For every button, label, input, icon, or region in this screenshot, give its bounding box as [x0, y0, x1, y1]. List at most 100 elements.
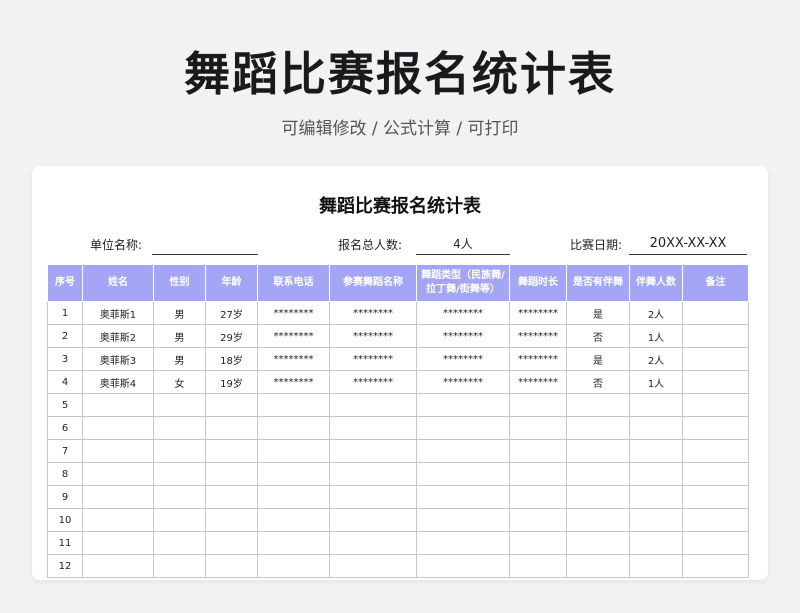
table-cell[interactable] [153, 508, 206, 532]
table-cell[interactable]: ******** [329, 324, 417, 348]
table-cell[interactable] [416, 508, 510, 532]
table-cell[interactable] [682, 531, 749, 555]
table-cell[interactable]: 12 [47, 554, 83, 578]
table-cell[interactable] [329, 393, 417, 417]
table-cell[interactable] [682, 462, 749, 486]
table-cell[interactable]: ******** [509, 301, 567, 325]
table-cell[interactable] [509, 439, 567, 463]
table-cell[interactable] [257, 554, 330, 578]
table-cell[interactable] [509, 508, 567, 532]
table-cell[interactable] [153, 416, 206, 440]
table-cell[interactable]: ******** [416, 324, 510, 348]
table-cell[interactable] [257, 439, 330, 463]
table-cell[interactable] [566, 439, 630, 463]
table-cell[interactable] [566, 531, 630, 555]
table-cell[interactable]: 奥菲斯3 [82, 347, 154, 371]
table-cell[interactable] [629, 462, 683, 486]
table-cell[interactable] [629, 508, 683, 532]
table-cell[interactable] [509, 416, 567, 440]
table-cell[interactable] [416, 485, 510, 509]
table-cell[interactable] [329, 416, 417, 440]
table-cell[interactable] [416, 531, 510, 555]
table-cell[interactable] [682, 324, 749, 348]
table-cell[interactable]: 8 [47, 462, 83, 486]
table-cell[interactable] [566, 508, 630, 532]
table-cell[interactable] [257, 508, 330, 532]
table-cell[interactable]: ******** [509, 324, 567, 348]
table-cell[interactable]: 29岁 [205, 324, 258, 348]
table-cell[interactable]: 18岁 [205, 347, 258, 371]
table-cell[interactable] [205, 508, 258, 532]
table-cell[interactable] [682, 485, 749, 509]
table-cell[interactable] [257, 416, 330, 440]
table-cell[interactable]: 否 [566, 324, 630, 348]
table-cell[interactable]: 9 [47, 485, 83, 509]
table-cell[interactable]: 10 [47, 508, 83, 532]
table-cell[interactable] [682, 439, 749, 463]
table-cell[interactable]: ******** [416, 347, 510, 371]
table-cell[interactable] [509, 554, 567, 578]
table-cell[interactable] [509, 485, 567, 509]
table-cell[interactable] [82, 485, 154, 509]
table-cell[interactable] [205, 393, 258, 417]
table-cell[interactable]: 男 [153, 347, 206, 371]
table-cell[interactable] [257, 531, 330, 555]
table-cell[interactable] [682, 370, 749, 394]
table-cell[interactable]: ******** [329, 370, 417, 394]
table-cell[interactable]: 4 [47, 370, 83, 394]
table-cell[interactable] [416, 416, 510, 440]
table-cell[interactable] [205, 554, 258, 578]
table-cell[interactable] [153, 485, 206, 509]
table-cell[interactable] [509, 462, 567, 486]
table-cell[interactable]: 6 [47, 416, 83, 440]
table-cell[interactable] [566, 393, 630, 417]
table-cell[interactable] [416, 393, 510, 417]
table-cell[interactable] [682, 416, 749, 440]
table-cell[interactable] [682, 554, 749, 578]
table-cell[interactable] [153, 393, 206, 417]
table-cell[interactable] [205, 485, 258, 509]
table-cell[interactable]: 否 [566, 370, 630, 394]
table-cell[interactable] [629, 554, 683, 578]
table-cell[interactable]: 2人 [629, 347, 683, 371]
table-cell[interactable]: 2人 [629, 301, 683, 325]
table-cell[interactable] [257, 485, 330, 509]
table-cell[interactable]: 1 [47, 301, 83, 325]
table-cell[interactable] [682, 508, 749, 532]
table-cell[interactable] [509, 393, 567, 417]
table-cell[interactable]: 1人 [629, 324, 683, 348]
unit-name-field[interactable] [152, 234, 258, 255]
table-cell[interactable]: ******** [509, 347, 567, 371]
table-cell[interactable] [566, 416, 630, 440]
table-cell[interactable]: ******** [257, 324, 330, 348]
table-cell[interactable] [82, 462, 154, 486]
table-cell[interactable] [416, 462, 510, 486]
table-cell[interactable]: 2 [47, 324, 83, 348]
table-cell[interactable]: ******** [416, 301, 510, 325]
table-cell[interactable] [566, 485, 630, 509]
table-cell[interactable]: ******** [329, 301, 417, 325]
date-field[interactable]: 20XX-XX-XX [629, 234, 747, 255]
table-cell[interactable] [153, 439, 206, 463]
table-cell[interactable] [82, 531, 154, 555]
table-cell[interactable]: 11 [47, 531, 83, 555]
table-cell[interactable]: 1人 [629, 370, 683, 394]
table-cell[interactable] [153, 554, 206, 578]
table-cell[interactable] [629, 485, 683, 509]
table-cell[interactable] [82, 554, 154, 578]
table-cell[interactable] [329, 439, 417, 463]
table-cell[interactable] [82, 393, 154, 417]
table-cell[interactable] [82, 508, 154, 532]
table-cell[interactable]: 奥菲斯4 [82, 370, 154, 394]
table-cell[interactable] [509, 531, 567, 555]
table-cell[interactable]: 奥菲斯1 [82, 301, 154, 325]
table-cell[interactable] [629, 439, 683, 463]
table-cell[interactable]: 是 [566, 301, 630, 325]
table-cell[interactable] [205, 462, 258, 486]
table-cell[interactable]: ******** [257, 347, 330, 371]
table-cell[interactable] [682, 347, 749, 371]
table-cell[interactable] [329, 508, 417, 532]
table-cell[interactable]: 7 [47, 439, 83, 463]
table-cell[interactable] [629, 393, 683, 417]
table-cell[interactable] [629, 531, 683, 555]
